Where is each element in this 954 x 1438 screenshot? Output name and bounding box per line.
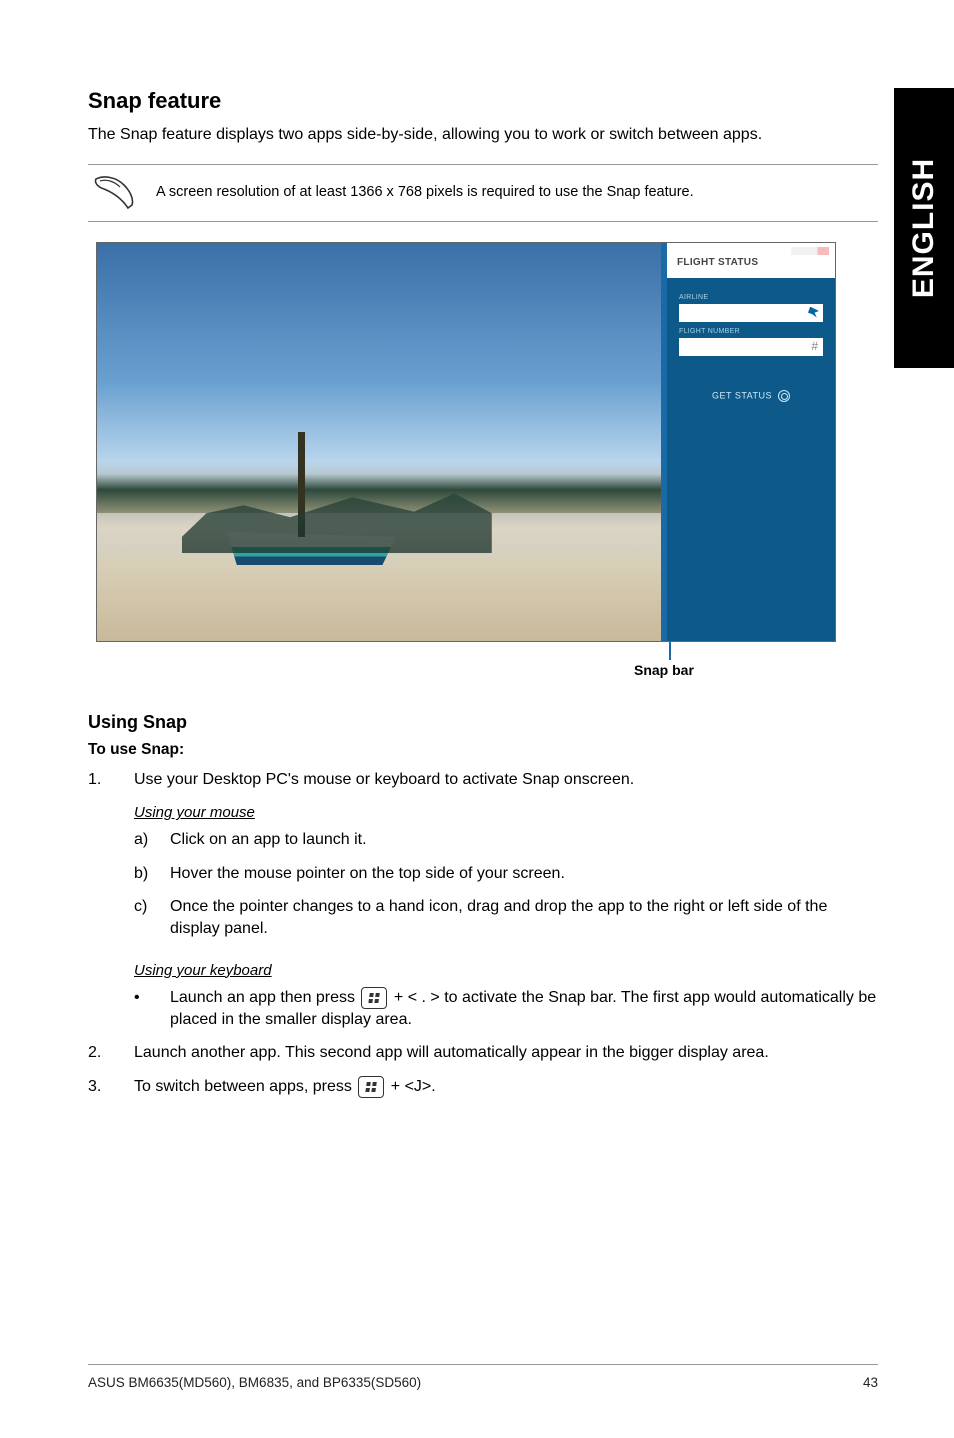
using-mouse-heading: Using your mouse — [134, 804, 878, 821]
step-number: 2. — [88, 1042, 108, 1064]
airline-label: AIRLINE — [679, 294, 823, 301]
step-text: Use your Desktop PC's mouse or keyboard … — [134, 769, 878, 791]
list-marker: a) — [134, 829, 156, 851]
keyboard-bullet: • Launch an app then press + < . > to ac… — [134, 987, 878, 1031]
mouse-step-b: b) Hover the mouse pointer on the top si… — [134, 863, 878, 885]
snap-bar-pointer: Snap bar — [96, 642, 836, 664]
language-tab: ENGLISH — [894, 88, 954, 368]
page-content: Snap feature The Snap feature displays t… — [0, 0, 954, 1098]
footer-left: ASUS BM6635(MD560), BM6835, and BP6335(S… — [88, 1375, 421, 1390]
footer-page-number: 43 — [863, 1375, 878, 1390]
list-text: Hover the mouse pointer on the top side … — [170, 863, 878, 885]
flight-status-title: FLIGHT STATUS — [667, 243, 835, 278]
step-text: Launch another app. This second app will… — [134, 1042, 878, 1064]
intro-text: The Snap feature displays two apps side-… — [88, 124, 878, 146]
step-3: 3. To switch between apps, press + <J>. — [88, 1076, 878, 1098]
list-text: Launch an app then press + < . > to acti… — [170, 987, 878, 1031]
get-status-label: GET STATUS — [712, 390, 772, 400]
list-marker: • — [134, 987, 156, 1031]
to-use-snap-heading: To use Snap: — [88, 741, 878, 759]
flight-number-label: FLIGHT NUMBER — [679, 328, 823, 335]
note-box: A screen resolution of at least 1366 x 7… — [88, 164, 878, 222]
using-keyboard-heading: Using your keyboard — [134, 962, 878, 979]
windows-key-icon — [361, 987, 387, 1009]
snap-screenshot: FLIGHT STATUS AIRLINE FLIGHT NUMBER GET … — [96, 242, 836, 642]
windows-key-icon — [358, 1076, 384, 1098]
step-number: 1. — [88, 769, 108, 791]
boat-graphic — [227, 493, 396, 581]
get-status-button[interactable]: GET STATUS — [679, 390, 823, 402]
step3-post: + <J>. — [386, 1078, 435, 1095]
step-2: 2. Launch another app. This second app w… — [88, 1042, 878, 1064]
flight-number-input[interactable] — [679, 338, 823, 356]
hand-note-icon — [92, 175, 136, 211]
page-footer: ASUS BM6635(MD560), BM6835, and BP6335(S… — [88, 1364, 878, 1390]
language-tab-label: ENGLISH — [907, 158, 941, 298]
search-icon — [778, 390, 790, 402]
mouse-step-c: c) Once the pointer changes to a hand ic… — [134, 896, 878, 939]
snap-bar-label: Snap bar — [634, 662, 694, 678]
list-marker: c) — [134, 896, 156, 939]
using-snap-heading: Using Snap — [88, 712, 878, 733]
list-text: Once the pointer changes to a hand icon,… — [170, 896, 878, 939]
step-text: To switch between apps, press + <J>. — [134, 1076, 878, 1098]
list-marker: b) — [134, 863, 156, 885]
step-number: 3. — [88, 1076, 108, 1098]
step-1: 1. Use your Desktop PC's mouse or keyboa… — [88, 769, 878, 791]
flight-status-body: AIRLINE FLIGHT NUMBER GET STATUS — [667, 278, 835, 641]
airline-input[interactable] — [679, 304, 823, 322]
flight-status-pane: FLIGHT STATUS AIRLINE FLIGHT NUMBER GET … — [667, 243, 835, 641]
section-heading: Snap feature — [88, 88, 878, 114]
list-text: Click on an app to launch it. — [170, 829, 878, 851]
photo-app-pane — [97, 243, 661, 641]
kb-text-pre: Launch an app then press — [170, 989, 359, 1006]
step3-pre: To switch between apps, press — [134, 1078, 356, 1095]
note-text: A screen resolution of at least 1366 x 7… — [156, 183, 694, 203]
mouse-step-a: a) Click on an app to launch it. — [134, 829, 878, 851]
